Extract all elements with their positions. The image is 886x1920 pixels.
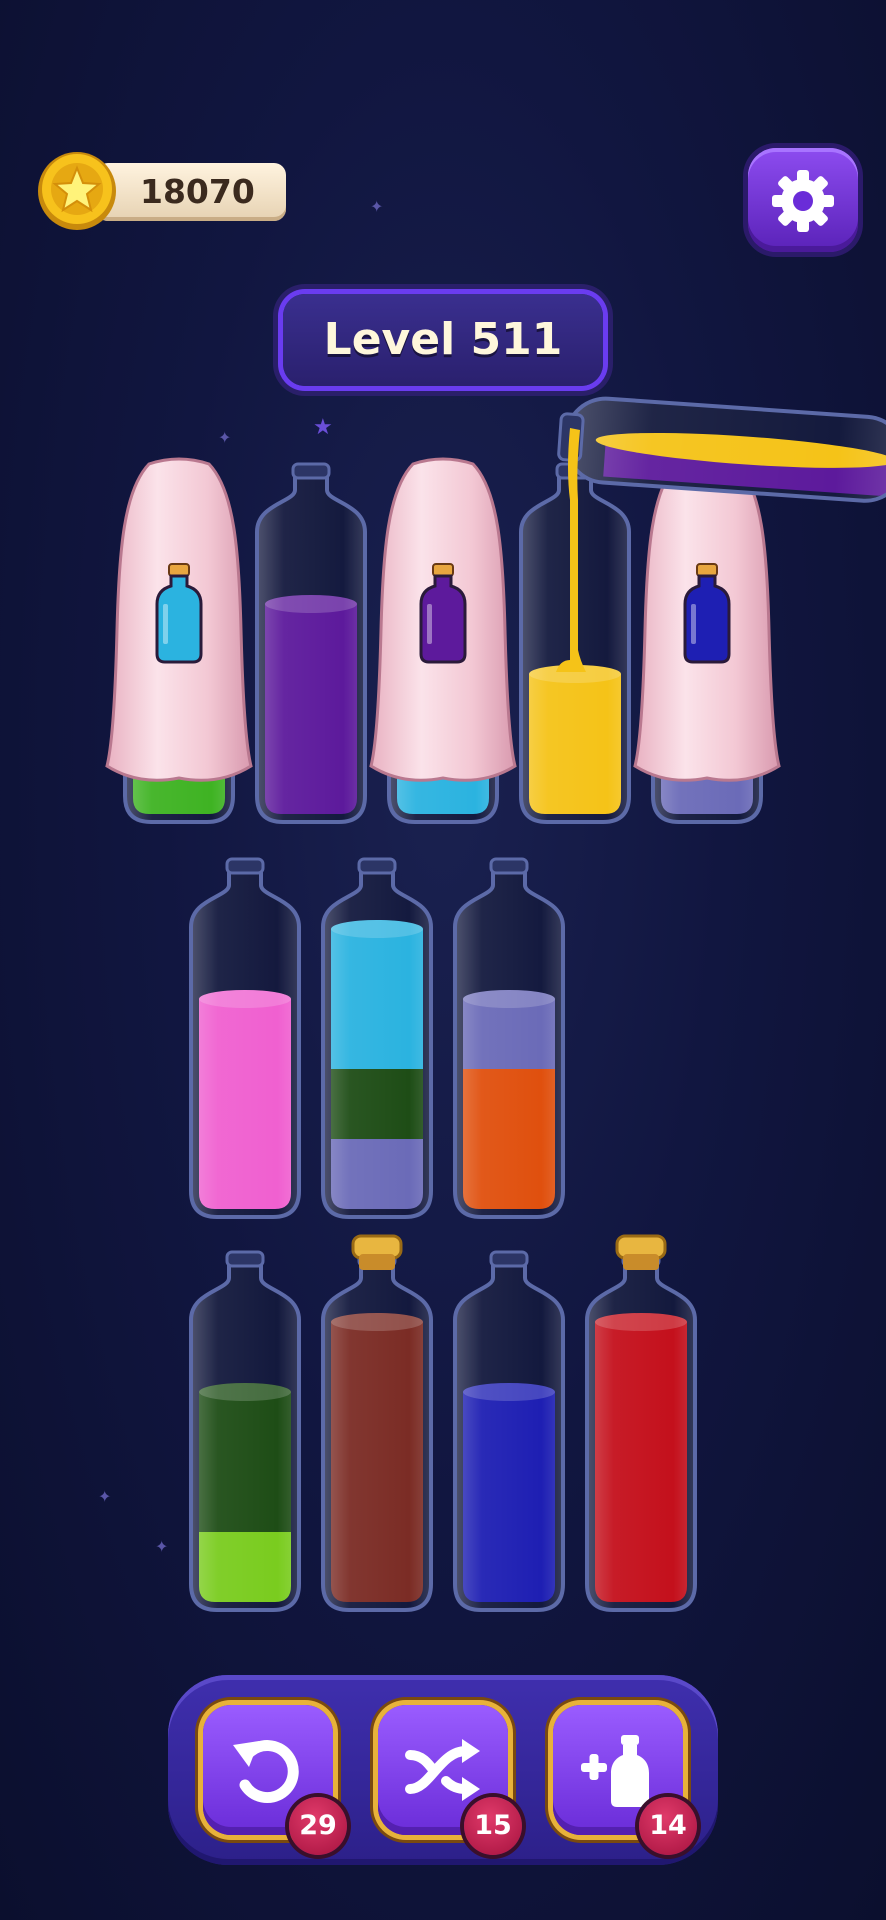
tube-2[interactable] [255, 462, 367, 824]
tube-8[interactable] [453, 857, 565, 1219]
tube-10[interactable] [321, 1234, 433, 1612]
tube-outline [585, 1256, 697, 1612]
tube-9[interactable] [189, 1250, 301, 1612]
pouring-tube-outline [563, 396, 886, 503]
tube-5[interactable] [633, 457, 781, 824]
hint-bottle-shine [163, 604, 168, 644]
tube-1[interactable] [105, 457, 253, 824]
undo-count-badge: 29 [289, 1797, 347, 1855]
tube-mouth [357, 857, 397, 875]
hint-bottle-cork [696, 563, 718, 577]
tube-12[interactable] [585, 1234, 697, 1612]
undo-button[interactable]: 29 [203, 1705, 347, 1855]
tube-11[interactable] [453, 1250, 565, 1612]
tube-outline [189, 863, 301, 1219]
shuffle-button[interactable]: 15 [378, 1705, 522, 1855]
tube-outline [453, 863, 565, 1219]
hint-bottle-cork [168, 563, 190, 577]
cork-band [623, 1254, 659, 1270]
tube-outline [453, 1256, 565, 1612]
tube-mouth [489, 857, 529, 875]
tube-mouth [291, 462, 331, 480]
hint-bottle-cork [432, 563, 454, 577]
undo-icon [233, 1740, 299, 1803]
add-tube-button[interactable]: 14 [553, 1705, 697, 1855]
tube-3[interactable] [369, 457, 517, 824]
cork-band [359, 1254, 395, 1270]
tube-mouth [225, 857, 265, 875]
tube-6[interactable] [189, 857, 301, 1219]
game-board [105, 396, 886, 1612]
tube-outline [255, 468, 367, 824]
tube-outline [321, 1256, 433, 1612]
hint-bottle-shine [691, 604, 696, 644]
shuffle-count-badge: 15 [464, 1797, 522, 1855]
tube-7[interactable] [321, 857, 433, 1219]
booster-toolbar: 29 15 14 [168, 1675, 718, 1865]
hint-bottle-shine [427, 604, 432, 644]
tube-outline [321, 863, 433, 1219]
tube-mouth [489, 1250, 529, 1268]
pouring-tube [557, 396, 886, 503]
tube-mouth [225, 1250, 265, 1268]
tube-outline [189, 1256, 301, 1612]
shuffle-icon [405, 1739, 480, 1801]
add-bottle-icon [581, 1735, 649, 1807]
add-tube-count-badge: 14 [639, 1797, 697, 1855]
